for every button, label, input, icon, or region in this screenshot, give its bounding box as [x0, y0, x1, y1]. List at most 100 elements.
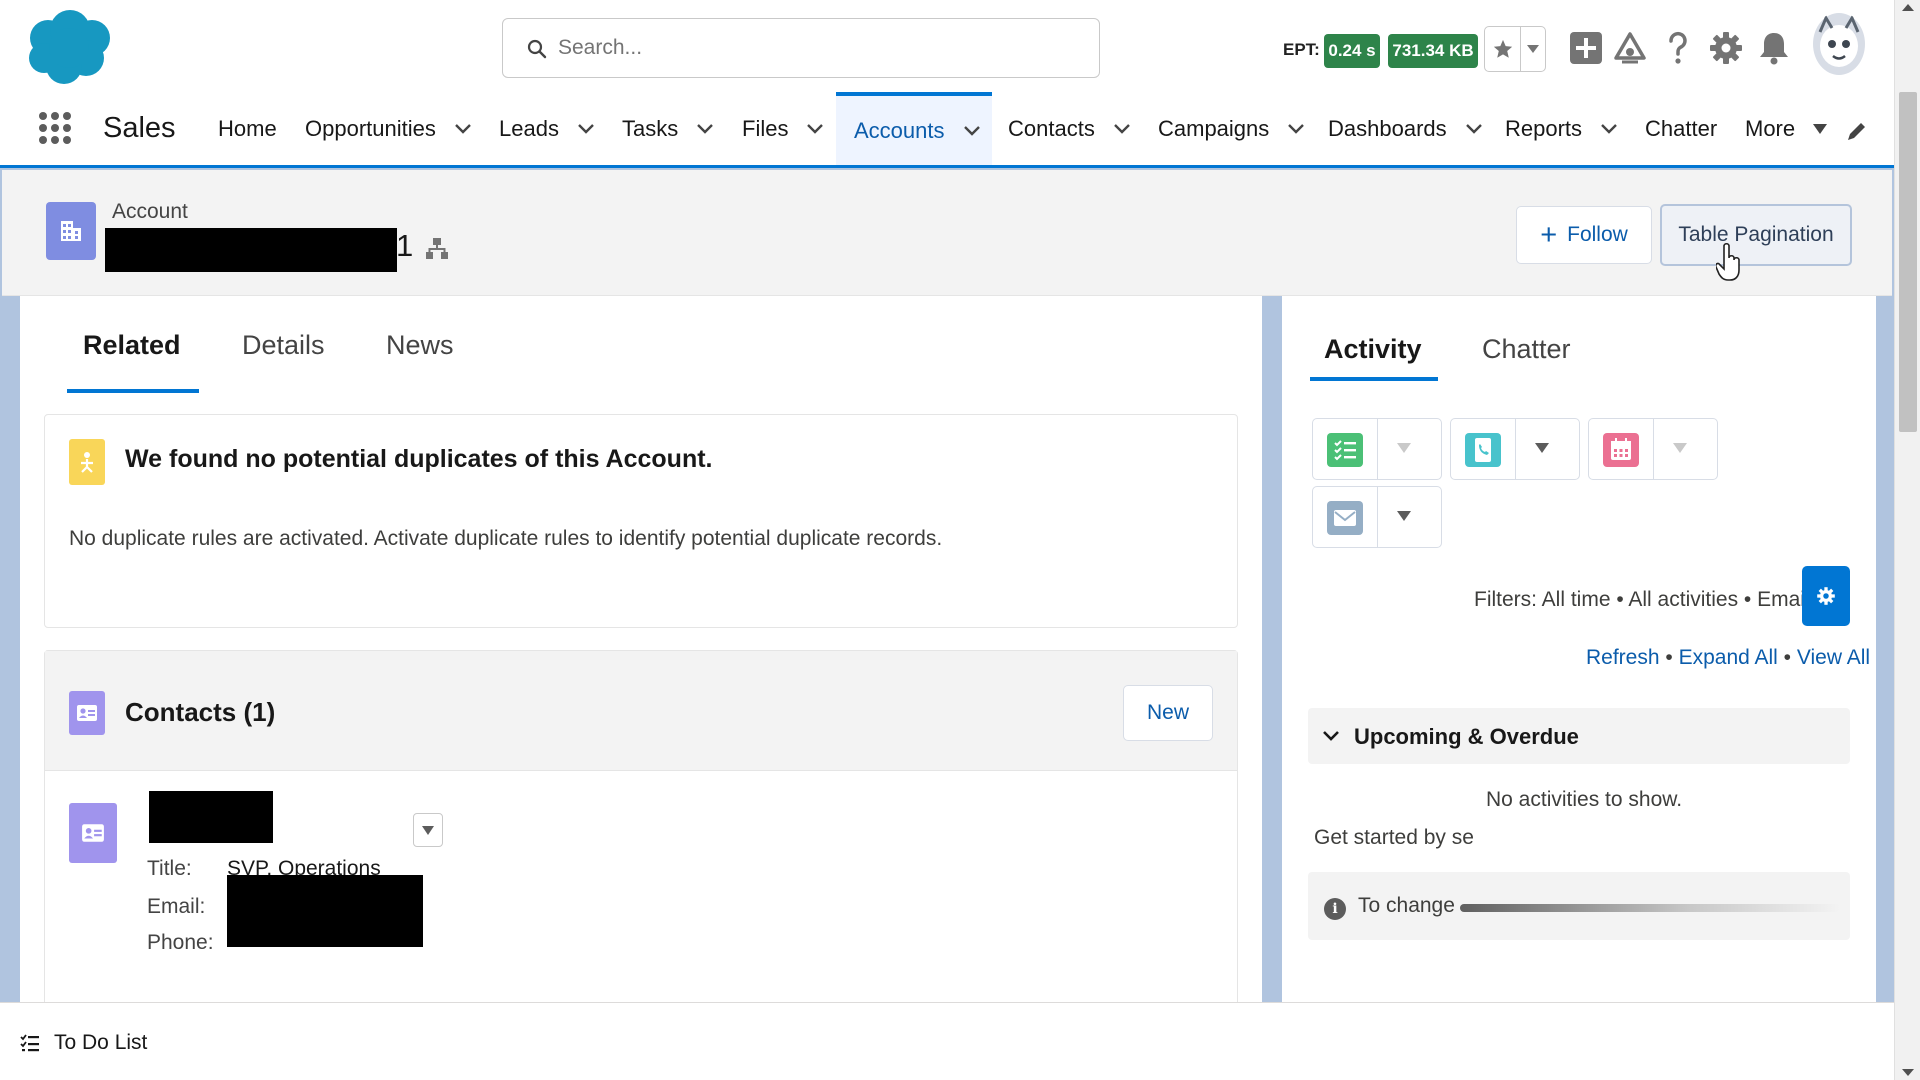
tab-details[interactable]: Details: [242, 330, 325, 386]
trailhead-icon[interactable]: [1610, 28, 1650, 68]
list-icon: [20, 1034, 39, 1052]
favorites-star-button[interactable]: [1485, 27, 1521, 71]
view-all-link[interactable]: View All: [1797, 646, 1870, 669]
table-pagination-button[interactable]: Table Pagination: [1660, 204, 1852, 266]
caret-down-icon[interactable]: [1535, 443, 1549, 453]
new-task-button[interactable]: [1312, 418, 1442, 480]
upcoming-overdue-section[interactable]: Upcoming & Overdue: [1308, 708, 1850, 764]
favorites-list-button[interactable]: [1521, 27, 1545, 71]
tab-related[interactable]: Related: [67, 330, 199, 393]
table-pagination-label: Table Pagination: [1678, 223, 1834, 246]
link-separator: •: [1783, 646, 1792, 669]
activity-settings-button[interactable]: [1802, 566, 1850, 626]
tab-news[interactable]: News: [386, 330, 454, 386]
hierarchy-icon[interactable]: [422, 230, 452, 266]
refresh-link[interactable]: Refresh: [1586, 646, 1660, 669]
chevron-down-icon: [1323, 731, 1339, 741]
contacts-header: Contacts (1) New: [45, 651, 1237, 771]
nav-item-dashboards[interactable]: Dashboards: [1328, 92, 1483, 165]
todo-list-item[interactable]: To Do List: [20, 1031, 147, 1055]
nav-item-label: Opportunities: [305, 115, 436, 141]
salesforce-cloud-logo[interactable]: [24, 8, 114, 86]
new-event-button[interactable]: [1588, 418, 1718, 480]
duplicates-card: We found no potential duplicates of this…: [44, 414, 1238, 628]
nav-item-reports[interactable]: Reports: [1505, 92, 1618, 165]
global-header: EPT: 0.24 s 731.34 KB: [0, 0, 1894, 92]
page-scrollbar[interactable]: [1894, 0, 1920, 1080]
app-launcher-icon[interactable]: [38, 108, 72, 148]
nav-item-label: Campaigns: [1158, 115, 1270, 141]
redacted-contact-name[interactable]: [149, 791, 273, 843]
nav-item-files[interactable]: Files: [742, 92, 824, 165]
follow-button[interactable]: + Follow: [1516, 206, 1652, 264]
divider: [1377, 419, 1378, 479]
caret-down-icon[interactable]: [1397, 511, 1411, 521]
nav-item-label: Home: [218, 115, 277, 141]
account-icon: [46, 202, 96, 260]
nav-item-tasks[interactable]: Tasks: [622, 92, 714, 165]
nav-item-home[interactable]: Home: [218, 92, 277, 165]
star-icon: [1493, 39, 1513, 58]
activity-panel: Activity Chatter Filters: All time • All…: [1282, 296, 1876, 1002]
gear-icon[interactable]: [1706, 28, 1746, 68]
nav-item-label: Tasks: [622, 115, 679, 141]
nav-item-accounts[interactable]: Accounts: [836, 92, 992, 165]
ept-size-badge: 731.34 KB: [1388, 34, 1478, 68]
hand-cursor-icon: [1716, 242, 1740, 281]
plus-square-icon[interactable]: [1566, 28, 1606, 68]
nav-item-chatter[interactable]: Chatter: [1645, 92, 1717, 165]
nav-item-opportunities[interactable]: Opportunities: [305, 92, 472, 165]
chevron-down-icon[interactable]: [696, 123, 714, 135]
tip-banner: i To change: [1308, 872, 1850, 940]
contacts-title[interactable]: Contacts (1): [125, 697, 275, 728]
expand-all-link[interactable]: Expand All: [1679, 646, 1778, 669]
chevron-down-icon[interactable]: [806, 123, 824, 135]
nav-item-leads[interactable]: Leads: [499, 92, 595, 165]
global-search[interactable]: [502, 18, 1100, 78]
edit-nav-icon[interactable]: [1846, 120, 1868, 142]
nav-item-more[interactable]: More: [1745, 92, 1829, 165]
nav-item-label: Chatter: [1645, 115, 1718, 141]
tab-activity[interactable]: Activity: [1310, 334, 1438, 381]
nav-item-campaigns[interactable]: Campaigns: [1158, 92, 1305, 165]
search-input[interactable]: [558, 29, 1078, 67]
record-name-suffix: 1: [396, 228, 414, 263]
nav-item-label: Leads: [499, 115, 559, 141]
activity-links: Refresh • Expand All • View All: [1586, 646, 1870, 670]
record-header: Account 1 + Follow Table Pagination: [2, 170, 1892, 296]
caret-down-icon[interactable]: [1811, 123, 1829, 135]
chevron-down-icon[interactable]: [1465, 123, 1483, 135]
scroll-thumb[interactable]: [1899, 92, 1917, 432]
log-call-button[interactable]: [1450, 418, 1580, 480]
duplicate-alert-icon: [69, 439, 105, 485]
contact-email-label: Email:: [147, 895, 206, 918]
scroll-down-arrow[interactable]: [1902, 1069, 1914, 1076]
scroll-up-arrow[interactable]: [1902, 4, 1914, 11]
chevron-down-icon[interactable]: [454, 123, 472, 135]
contact-row-actions[interactable]: [413, 813, 443, 847]
user-avatar[interactable]: [1812, 12, 1866, 76]
caret-down-icon[interactable]: [1673, 443, 1687, 453]
todo-list-label: To Do List: [54, 1031, 148, 1054]
chevron-down-icon[interactable]: [1113, 123, 1131, 135]
upcoming-overdue-title: Upcoming & Overdue: [1354, 724, 1579, 749]
chevron-down-icon[interactable]: [963, 125, 981, 137]
record-tabs: Related Details News: [44, 330, 1244, 393]
email-button[interactable]: [1312, 486, 1442, 548]
task-icon: [1327, 433, 1363, 467]
chevron-down-icon[interactable]: [1600, 123, 1618, 135]
contact-title-label: Title:: [147, 857, 192, 880]
help-icon[interactable]: [1658, 28, 1698, 68]
tab-chatter[interactable]: Chatter: [1482, 334, 1571, 365]
nav-item-label: Reports: [1505, 115, 1583, 141]
duplicates-title: We found no potential duplicates of this…: [125, 445, 713, 473]
caret-down-icon[interactable]: [1397, 443, 1411, 453]
bell-icon[interactable]: [1754, 28, 1794, 68]
nav-item-label: Contacts: [1008, 115, 1095, 141]
new-contact-button[interactable]: New: [1123, 685, 1213, 741]
duplicates-message: No duplicate rules are activated. Activa…: [69, 527, 943, 550]
related-panel: Related Details News We found no potenti…: [20, 296, 1262, 1050]
nav-item-contacts[interactable]: Contacts: [1008, 92, 1131, 165]
chevron-down-icon[interactable]: [1287, 123, 1305, 135]
chevron-down-icon[interactable]: [577, 123, 595, 135]
